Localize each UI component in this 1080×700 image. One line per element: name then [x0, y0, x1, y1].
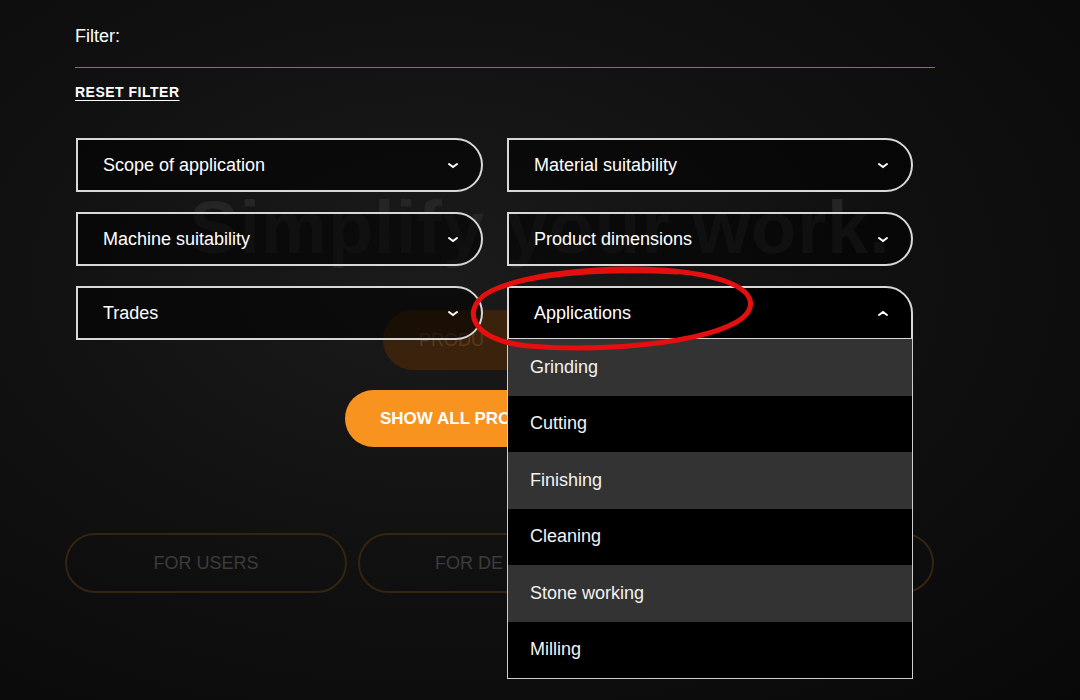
dropdown-label: Applications	[534, 300, 631, 327]
filter-dropdown: Trades	[76, 286, 483, 340]
chevron-down-icon	[877, 161, 889, 169]
filter-title: Filter:	[75, 24, 935, 48]
dropdown-option[interactable]: Milling	[508, 622, 912, 679]
dropdown-toggle[interactable]: Scope of application	[76, 138, 483, 192]
dropdown-toggle[interactable]: Trades	[76, 286, 483, 340]
chevron-down-icon	[877, 235, 889, 243]
filter-dropdown: Material suitability	[507, 138, 913, 192]
dropdown-option[interactable]: Cleaning	[508, 509, 912, 566]
reset-filter-link[interactable]: RESET FILTER	[75, 82, 180, 103]
dropdown-label: Machine suitability	[103, 226, 250, 253]
filter-dropdown: Scope of application	[76, 138, 483, 192]
dropdown-label: Trades	[103, 300, 158, 327]
background-button[interactable]: FOR USERS	[65, 533, 347, 593]
filter-dropdown: Product dimensions	[507, 212, 913, 266]
filter-panel: Filter: RESET FILTER Scope of application M…	[0, 0, 935, 340]
filter-dropdown: ApplicationsGrindingCuttingFinishingClea…	[507, 286, 913, 340]
dropdown-option[interactable]: Finishing	[508, 452, 912, 509]
chevron-down-icon	[447, 161, 459, 169]
dropdown-label: Material suitability	[534, 152, 677, 179]
dropdown-option[interactable]: Stone working	[508, 565, 912, 622]
filter-grid: Scope of application Material suitability…	[76, 138, 935, 340]
divider-line	[75, 67, 935, 68]
filter-dropdown: Machine suitability	[76, 212, 483, 266]
chevron-down-icon	[447, 235, 459, 243]
dropdown-toggle[interactable]: Material suitability	[507, 138, 913, 192]
dropdown-toggle[interactable]: Machine suitability	[76, 212, 483, 266]
dropdown-menu-list: GrindingCuttingFinishingCleaningStone wo…	[507, 339, 913, 679]
dropdown-option[interactable]: Cutting	[508, 396, 912, 453]
page: Simplify your work.PRODUSHOW ALL PROFOR …	[0, 0, 1080, 700]
chevron-up-icon	[877, 309, 889, 317]
chevron-down-icon	[447, 309, 459, 317]
dropdown-toggle[interactable]: Product dimensions	[507, 212, 913, 266]
dropdown-option[interactable]: Grinding	[508, 339, 912, 396]
dropdown-label: Scope of application	[103, 152, 265, 179]
dropdown-label: Product dimensions	[534, 226, 692, 253]
dropdown-toggle[interactable]: Applications	[507, 286, 913, 340]
